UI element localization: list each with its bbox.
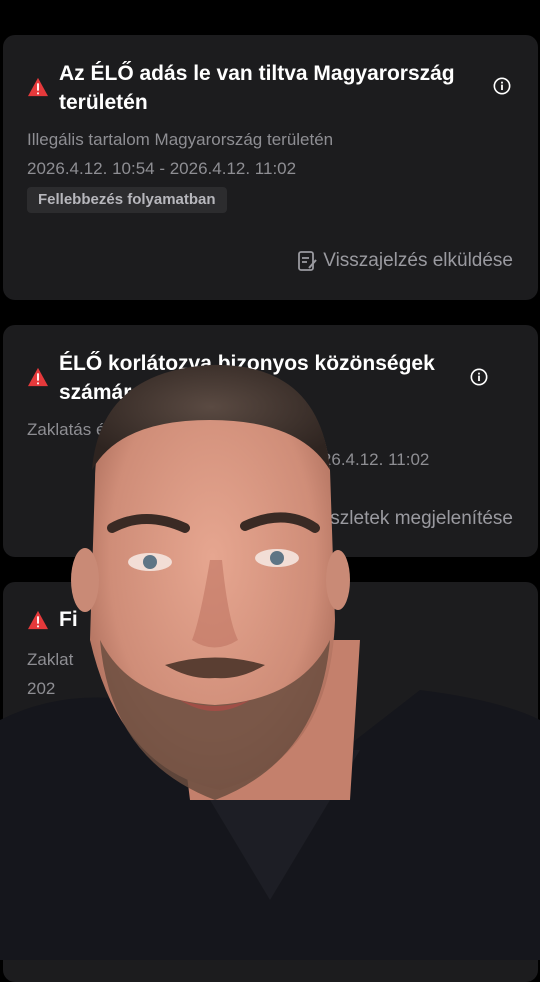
restriction-reason: Illegális tartalom Magyarország területé… — [27, 130, 334, 149]
restriction-time: 2026.4.12. 11:02 — [303, 450, 430, 469]
warning-icon — [28, 77, 48, 97]
card-title: ÉLŐ korlátozva bizonyos közönségek számá… — [59, 352, 435, 404]
send-feedback-button[interactable]: Visszajelzés elküldése — [297, 250, 513, 272]
send-feedback-label: Visszajelzés elküldése — [323, 250, 513, 271]
restriction-reason: Zaklatás és — [27, 420, 114, 439]
restriction-time: 2026.4.12. 10:54 - 2026.4.12. 11:02 — [27, 159, 297, 178]
show-details-label: Részletek megjelenítése — [306, 508, 513, 529]
restriction-reason: Zaklat — [27, 650, 74, 669]
restriction-card-banned: Az ÉLŐ adás le van tiltva Magyarország t… — [3, 35, 538, 300]
show-details-button[interactable]: Részletek megjelenítése — [306, 508, 513, 530]
feedback-icon — [298, 251, 318, 271]
info-icon[interactable] — [470, 368, 488, 386]
card-title: Fi — [59, 608, 78, 631]
warning-icon — [28, 610, 48, 630]
restriction-time: 202 — [27, 679, 56, 698]
restriction-card-third: Fi Zaklat 202 — [3, 582, 538, 982]
appeal-status-badge: Fellebbezés folyamatban — [27, 187, 227, 213]
card-title: Az ÉLŐ adás le van tiltva Magyarország t… — [59, 62, 455, 114]
warning-icon — [28, 367, 48, 387]
info-icon[interactable] — [493, 77, 511, 95]
restriction-card-limited: ÉLŐ korlátozva bizonyos közönségek számá… — [3, 325, 538, 557]
